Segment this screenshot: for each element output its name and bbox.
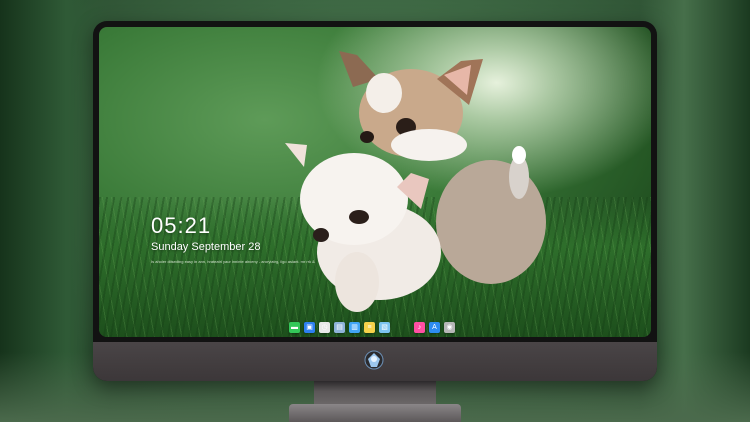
lock-notice: Is aholer dilsedtng easy in ann, hrateat… bbox=[151, 259, 315, 264]
lock-screen[interactable]: 05:21 Sunday September 28 Is aholer dils… bbox=[99, 27, 651, 337]
puppy-back-tail-tip bbox=[512, 146, 526, 164]
clock-icon[interactable]: ◷ bbox=[319, 321, 330, 333]
music-icon[interactable]: ♪ bbox=[414, 321, 425, 333]
clapper-icon[interactable]: ▥ bbox=[349, 321, 360, 333]
preview-icon[interactable]: ▤ bbox=[334, 321, 345, 333]
puppy-front-leg bbox=[335, 252, 379, 312]
notes-icon[interactable]: ≡ bbox=[364, 321, 375, 333]
puppy-back-nose bbox=[360, 131, 374, 143]
wallpaper-puppies bbox=[285, 51, 546, 312]
puppy-back-body bbox=[436, 160, 546, 284]
brand-logo-icon bbox=[364, 350, 384, 370]
app-store-icon[interactable]: A bbox=[429, 321, 440, 333]
messages-icon[interactable]: ▬ bbox=[289, 321, 300, 333]
puppy-front-ear-left bbox=[285, 143, 307, 167]
monitor-chin bbox=[93, 342, 657, 381]
photos-icon[interactable]: ▧ bbox=[379, 321, 390, 333]
finder-icon[interactable]: ▣ bbox=[304, 321, 315, 333]
puppy-back-blaze bbox=[366, 73, 402, 113]
puppy-front-eye bbox=[349, 210, 369, 224]
puppy-back-chest bbox=[391, 129, 467, 161]
monitor-stand-base bbox=[289, 404, 461, 422]
lock-date: Sunday September 28 bbox=[151, 241, 261, 253]
monitor: 05:21 Sunday September 28 Is aholer dils… bbox=[93, 21, 657, 381]
lock-clock: 05:21 bbox=[151, 213, 212, 238]
puppy-front-nose bbox=[313, 228, 329, 242]
camera-icon[interactable]: ◉ bbox=[444, 321, 455, 333]
dock: ▬ ▣ ◷ ▤ ▥ ≡ ▧ ♪ A ◉ bbox=[289, 320, 455, 334]
